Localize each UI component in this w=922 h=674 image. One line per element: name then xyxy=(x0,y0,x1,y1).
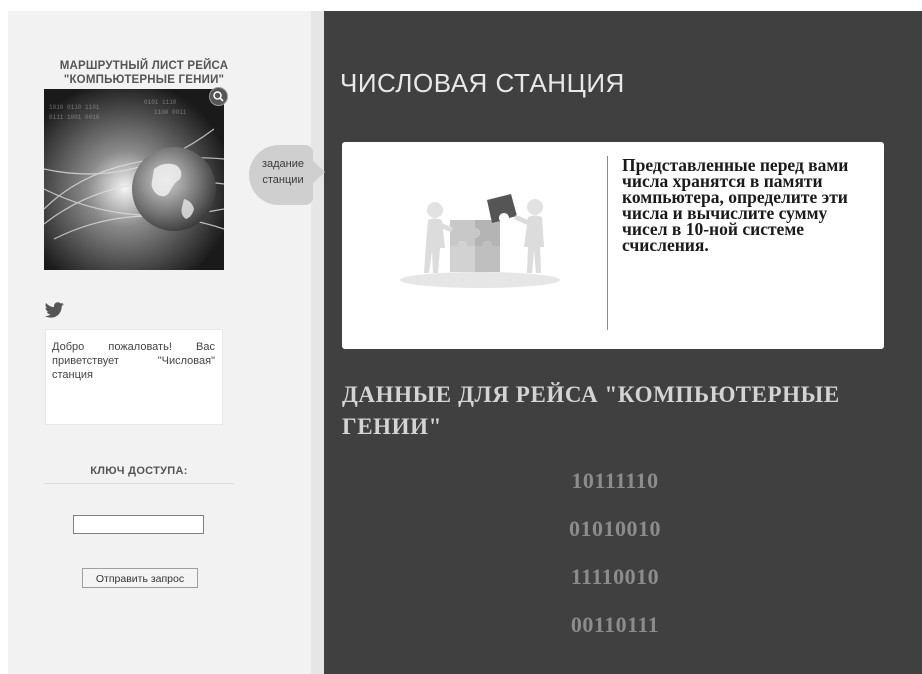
task-description: Представленные перед вами числа хранятся… xyxy=(622,155,849,255)
number-list: 10111110 01010010 11110010 00110111 xyxy=(520,463,710,655)
data-section-title: ДАННЫЕ ДЛЯ РЕЙСА "КОМПЬЮТЕРНЫЕ ГЕНИИ" xyxy=(342,382,840,439)
divider xyxy=(44,483,234,484)
binary-number: 01010010 xyxy=(569,516,661,541)
card-divider xyxy=(607,156,608,330)
svg-text:0101 1110: 0101 1110 xyxy=(144,99,177,106)
welcome-text: Добро пожаловать! Вас приветствует "Числ… xyxy=(52,341,215,381)
access-key-input[interactable] xyxy=(73,515,204,534)
task-tab-arrow xyxy=(313,161,325,183)
sidebar-edge xyxy=(311,11,324,674)
svg-text:1100 0011: 1100 0011 xyxy=(154,109,187,116)
access-key-label: КЛЮЧ ДОСТУПА: xyxy=(90,465,188,477)
puzzle-people-icon xyxy=(395,175,585,290)
globe-network-icon: 1010 0110 1101 0111 1001 0010 0101 1110 … xyxy=(44,89,224,270)
hero-image[interactable]: 1010 0110 1101 0111 1001 0010 0101 1110 … xyxy=(44,89,224,270)
binary-number: 10111110 xyxy=(571,468,659,493)
welcome-box: Добро пожаловать! Вас приветствует "Числ… xyxy=(45,329,223,425)
svg-text:1010 0110 1101: 1010 0110 1101 xyxy=(49,104,100,111)
route-title: МАРШРУТНЫЙ ЛИСТ РЕЙСА "КОМПЬЮТЕРНЫЕ ГЕНИ… xyxy=(59,60,229,86)
page-title: ЧИСЛОВАЯ СТАНЦИЯ xyxy=(340,68,625,98)
binary-number: 00110111 xyxy=(570,612,660,637)
magnifier-icon xyxy=(213,91,224,102)
task-tab-label: задание станции xyxy=(261,158,305,186)
binary-number: 11110010 xyxy=(570,564,660,589)
zoom-icon[interactable] xyxy=(209,87,228,106)
submit-request-button[interactable]: Отправить запрос xyxy=(82,568,198,588)
twitter-icon[interactable] xyxy=(44,302,65,318)
svg-text:0111 1001 0010: 0111 1001 0010 xyxy=(49,114,100,121)
